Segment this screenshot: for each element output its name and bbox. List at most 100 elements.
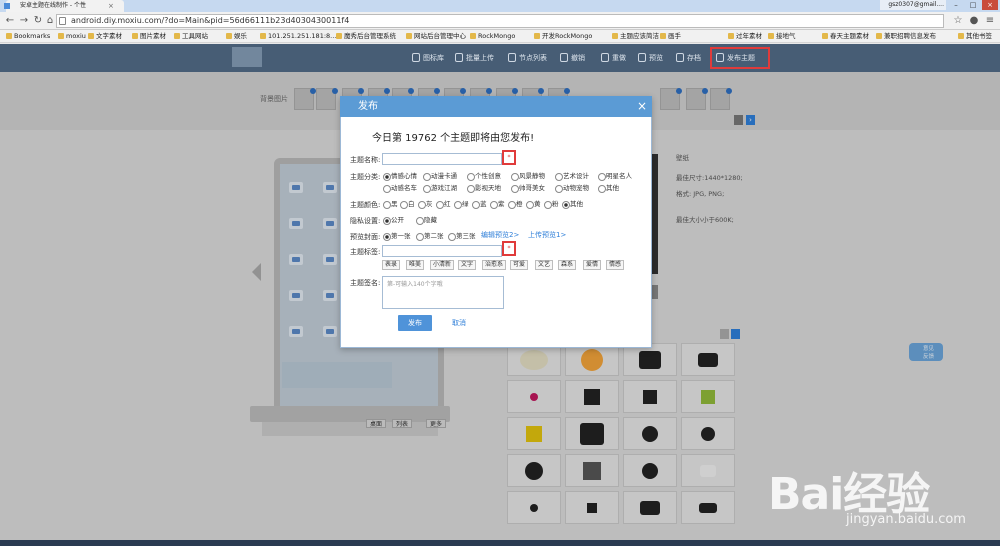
tag-chip[interactable]: 森系 — [558, 260, 577, 270]
page-info-icon[interactable] — [59, 17, 66, 25]
color-option[interactable]: 粉 — [544, 200, 559, 209]
bookmark-item[interactable]: 工具网站 — [174, 30, 208, 43]
category-option[interactable]: 情感心情 — [383, 172, 417, 181]
color-option[interactable]: 其他 — [562, 200, 583, 209]
color-option[interactable]: 绿 — [454, 200, 469, 209]
privacy-option[interactable]: 公开 — [383, 216, 404, 225]
publish-button[interactable]: 发布 — [398, 315, 432, 331]
category-option[interactable]: 明星名人 — [598, 172, 632, 181]
tag-chip[interactable]: 表录 — [382, 260, 401, 270]
bookmark-item[interactable]: 春天主题素材 — [822, 30, 869, 43]
reload-icon[interactable]: ↻ — [32, 12, 44, 30]
signature-textarea[interactable]: 第-可输入140个字哦 — [382, 276, 504, 309]
header-item-label: 存档 — [687, 54, 701, 62]
tag-chip[interactable]: 可爱 — [510, 260, 529, 270]
header-tool-icon — [638, 53, 646, 62]
bookmark-item[interactable]: 画手 — [660, 30, 681, 43]
minimize-icon[interactable]: – — [948, 0, 964, 10]
privacy-option[interactable]: 隐藏 — [416, 216, 437, 225]
bookmark-item[interactable]: 娱乐 — [226, 30, 247, 43]
color-label: 主题颜色: — [350, 201, 381, 209]
category-option[interactable]: 动感名车 — [383, 184, 417, 193]
category-option[interactable]: 影视天地 — [467, 184, 501, 193]
category-option[interactable]: 帅哥美女 — [511, 184, 545, 193]
color-option[interactable]: 橙 — [508, 200, 523, 209]
home-icon[interactable]: ⌂ — [44, 12, 56, 30]
window-close-icon[interactable]: × — [982, 0, 998, 10]
header-item-3[interactable]: 撤销 — [560, 44, 585, 72]
menu-icon[interactable]: ≡ — [984, 12, 996, 30]
bookmark-item[interactable]: 文字素材 — [88, 30, 122, 43]
bookmark-item[interactable]: 开发RockMongo — [534, 30, 592, 43]
header-item-0[interactable]: 图标库 — [412, 44, 444, 72]
header-item-6[interactable]: 存档 — [676, 44, 701, 72]
tag-chip[interactable]: 小清新 — [430, 260, 455, 270]
bookmark-item[interactable]: 101.251.251.181:8... — [260, 30, 336, 43]
category-option[interactable]: 艺术设计 — [555, 172, 589, 181]
bookmark-item[interactable]: 网站后台管理中心 — [406, 30, 466, 43]
bookmark-item[interactable]: 主题应该简洁 — [612, 30, 659, 43]
tab-close-icon[interactable]: × — [108, 0, 114, 12]
signature-label: 主题签名: — [350, 279, 381, 287]
forward-icon[interactable]: → — [18, 12, 30, 30]
bookmark-item[interactable]: 图片素材 — [132, 30, 166, 43]
browser-tab[interactable]: 安卓主题在线制作 - 个性 — [6, 0, 124, 12]
bookmark-item[interactable]: Bookmarks — [6, 30, 50, 43]
color-option[interactable]: 黄 — [526, 200, 541, 209]
cancel-button[interactable]: 取消 — [452, 315, 466, 331]
color-option[interactable]: 灰 — [418, 200, 433, 209]
tag-chip[interactable]: 文字 — [458, 260, 477, 270]
extension-icon[interactable]: ● — [968, 12, 980, 30]
bookmark-item[interactable]: 接地气 — [768, 30, 796, 43]
category-option[interactable]: 动物宠物 — [555, 184, 589, 193]
cover-option[interactable]: 第一张 — [383, 232, 411, 241]
category-option[interactable]: 游戏江湖 — [423, 184, 457, 193]
header-item-2[interactable]: 节点列表 — [508, 44, 547, 72]
upload-preview-link[interactable]: 上传预览1> — [528, 230, 566, 240]
tags-required-box: * — [502, 241, 516, 256]
header-item-5[interactable]: 预览 — [638, 44, 663, 72]
cover-option[interactable]: 第二张 — [416, 232, 444, 241]
cover-option[interactable]: 第三张 — [448, 232, 476, 241]
tag-chip[interactable]: 治愈系 — [482, 260, 507, 270]
tab-favicon-icon — [4, 3, 10, 9]
category-option[interactable]: 其他 — [598, 184, 619, 193]
category-label: 主题分类: — [350, 173, 381, 181]
bookmark-item[interactable]: 魔秀后台管理系统 — [336, 30, 396, 43]
header-item-label: 撤销 — [571, 54, 585, 62]
tag-chip[interactable]: 唯美 — [406, 260, 425, 270]
color-option[interactable]: 紫 — [490, 200, 505, 209]
category-option[interactable]: 动漫卡通 — [423, 172, 457, 181]
tag-chip[interactable]: 情感 — [606, 260, 625, 270]
header-item-1[interactable]: 批量上传 — [455, 44, 494, 72]
tag-chip[interactable]: 文艺 — [535, 260, 554, 270]
tag-chip[interactable]: 爱情 — [583, 260, 602, 270]
theme-name-input[interactable] — [382, 153, 502, 165]
bookmark-item[interactable]: moxiu — [58, 30, 86, 43]
bookmark-star-icon[interactable]: ☆ — [952, 12, 964, 30]
profile-badge[interactable]: gsz0307@gmail.... — [880, 0, 946, 10]
site-logo — [232, 47, 262, 67]
bookmark-item[interactable]: 过年素材 — [728, 30, 762, 43]
color-option[interactable]: 黑 — [383, 200, 398, 209]
other-bookmarks[interactable]: 其他书签 — [958, 30, 992, 43]
color-option[interactable]: 红 — [436, 200, 451, 209]
dialog-close-icon[interactable]: × — [636, 96, 648, 117]
maximize-icon[interactable]: □ — [965, 0, 981, 10]
tags-input[interactable] — [382, 245, 502, 257]
color-option[interactable]: 白 — [400, 200, 415, 209]
back-icon[interactable]: ← — [4, 12, 16, 30]
header-item-label: 重做 — [612, 54, 626, 62]
header-tool-icon — [412, 53, 420, 62]
bookmark-item[interactable]: RockMongo — [470, 30, 515, 43]
category-option[interactable]: 风景静物 — [511, 172, 545, 181]
edit-preview-link[interactable]: 编辑预览2> — [481, 230, 519, 240]
bookmark-item[interactable]: 兼职招聘信息发布 — [876, 30, 936, 43]
category-option[interactable]: 个性创意 — [467, 172, 501, 181]
color-option[interactable]: 蓝 — [472, 200, 487, 209]
header-item-4[interactable]: 重做 — [601, 44, 626, 72]
header-tool-icon — [508, 53, 516, 62]
url-input[interactable]: android.diy.moxiu.com/?do=Main&pid=56d66… — [56, 14, 944, 28]
publish-highlight-box — [710, 47, 770, 69]
theme-name-label: 主题名称: — [350, 156, 381, 164]
